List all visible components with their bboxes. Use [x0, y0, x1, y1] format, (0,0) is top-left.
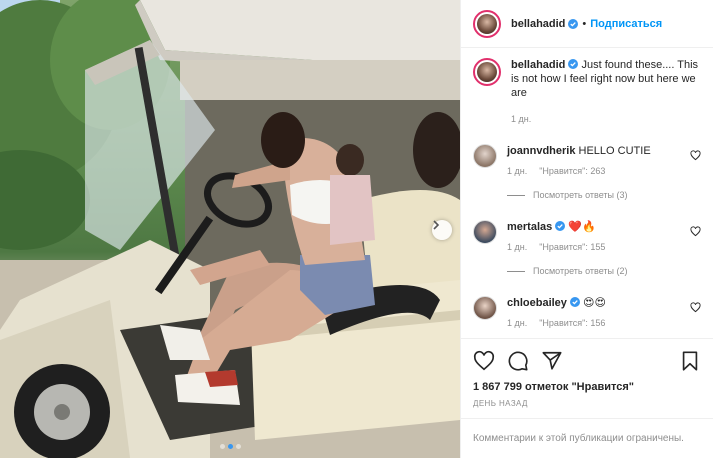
comment-like-heart-icon[interactable] — [690, 226, 701, 237]
carousel-dot-active — [227, 444, 233, 449]
author-avatar[interactable] — [473, 9, 501, 38]
comment-text: ❤️🔥 — [568, 221, 596, 233]
comment-avatar[interactable] — [473, 296, 497, 320]
post-actions — [473, 347, 701, 375]
carousel-dot — [235, 444, 241, 449]
caption-avatar[interactable] — [473, 58, 501, 86]
caption-time[interactable]: 1 дн. — [511, 114, 701, 124]
post-date[interactable]: ДЕНЬ НАЗАД — [473, 399, 701, 408]
follow-button[interactable]: Подписаться — [590, 18, 662, 30]
replies-line — [507, 194, 525, 196]
comment-likes[interactable]: "Нравится": 156 — [539, 318, 605, 328]
verified-badge-icon — [568, 18, 579, 29]
comment-avatar[interactable] — [473, 220, 497, 244]
comment-likes[interactable]: "Нравится": 155 — [539, 242, 605, 252]
golf-cart-photo — [0, 0, 460, 458]
caption-username[interactable]: bellahadid — [511, 59, 565, 71]
comment-like-heart-icon[interactable] — [690, 150, 701, 161]
comment-item: mertalas ❤️🔥 1 дн. "Нравится": 155 Посмо… — [473, 220, 701, 276]
instagram-post: bellahadid • Подписаться bellahadid Just… — [0, 0, 713, 458]
share-send-icon[interactable] — [541, 350, 563, 372]
post-photo[interactable] — [0, 0, 460, 458]
comment-time[interactable]: 1 дн. — [507, 318, 527, 328]
comment-bubble-icon[interactable] — [507, 350, 529, 372]
comment-username[interactable]: chloebailey — [507, 297, 567, 309]
view-replies-label: Посмотреть ответы (2) — [533, 266, 628, 276]
post-sidebar: bellahadid • Подписаться bellahadid Just… — [460, 0, 713, 458]
comment-text: 😍😍 — [582, 297, 606, 309]
like-heart-icon[interactable] — [473, 350, 495, 372]
bookmark-save-icon[interactable] — [679, 350, 701, 372]
comment-time[interactable]: 1 дн. — [507, 166, 527, 176]
post-header: bellahadid • Подписаться — [461, 0, 713, 48]
view-replies-button[interactable]: Посмотреть ответы (3) — [507, 190, 701, 200]
comment-avatar[interactable] — [473, 144, 497, 168]
chevron-right-icon — [433, 220, 440, 230]
comments-list[interactable]: bellahadid Just found these.... This is … — [461, 48, 713, 338]
comment-username[interactable]: joannvdherik — [507, 145, 575, 157]
view-replies-label: Посмотреть ответы (3) — [533, 190, 628, 200]
carousel-next-button[interactable] — [432, 220, 452, 240]
comment-like-heart-icon[interactable] — [690, 302, 701, 313]
comment-likes[interactable]: "Нравится": 263 — [539, 166, 605, 176]
header-separator: • — [582, 17, 587, 30]
comment-username[interactable]: mertalas — [507, 221, 552, 233]
view-replies-button[interactable]: Посмотреть ответы (2) — [507, 266, 701, 276]
verified-badge-icon — [569, 297, 580, 307]
comments-disabled-notice: Комментарии к этой публикации ограничены… — [461, 418, 713, 458]
comment-item: chloebailey 😍😍 1 дн. "Нравится": 156 — [473, 296, 701, 328]
verified-badge-icon — [568, 59, 579, 69]
comment-time[interactable]: 1 дн. — [507, 242, 527, 252]
post-actions-section: 1 867 799 отметок "Нравится" ДЕНЬ НАЗАД — [461, 338, 713, 418]
verified-badge-icon — [555, 221, 566, 231]
replies-line — [507, 270, 525, 272]
carousel-dots — [0, 444, 460, 449]
carousel-dot — [219, 444, 225, 449]
author-username[interactable]: bellahadid — [511, 18, 565, 30]
comment-text: HELLO CUTIE — [578, 145, 651, 157]
likes-count[interactable]: 1 867 799 отметок "Нравится" — [473, 381, 701, 393]
post-caption: bellahadid Just found these.... This is … — [473, 58, 701, 124]
comment-item: joannvdherik HELLO CUTIE 1 дн. "Нравится… — [473, 144, 701, 200]
comments-disabled-text: Комментарии к этой публикации ограничены… — [473, 433, 684, 444]
